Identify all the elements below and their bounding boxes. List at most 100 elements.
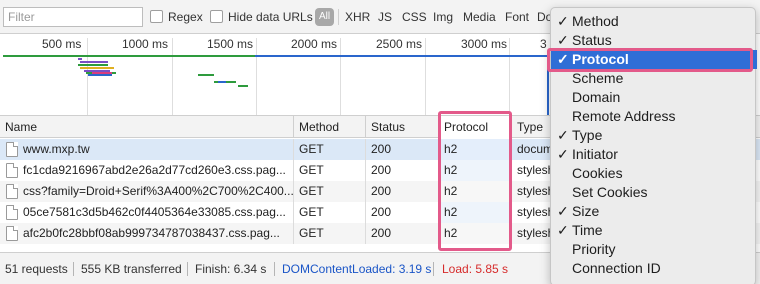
filter-type-xhr[interactable]: XHR [345, 10, 370, 24]
waterfall-bar [238, 85, 248, 87]
filter-type-font[interactable]: Font [505, 10, 529, 24]
dom-content-loaded-time: DOMContentLoaded: 3.19 s [282, 262, 432, 276]
request-protocol: h2 [439, 223, 512, 244]
waterfall-bar [80, 67, 114, 69]
menu-item-label: Protocol [572, 51, 629, 67]
checkmark-icon: ✓ [557, 146, 569, 162]
checkmark-icon: ✓ [557, 127, 569, 143]
menu-item-label: Status [572, 32, 612, 48]
column-header-protocol[interactable]: Protocol [439, 116, 512, 138]
dom-content-loaded-marker [547, 53, 549, 116]
hide-data-urls-checkbox[interactable] [210, 10, 223, 23]
request-name: fc1cda9216967abd2e26a2d77cd260e3.css.pag… [18, 160, 294, 181]
regex-label[interactable]: Regex [168, 10, 203, 24]
menu-item-label: Connection ID [572, 260, 661, 276]
request-protocol: h2 [439, 202, 512, 223]
menu-item-label: Initiator [572, 146, 618, 162]
column-header-method[interactable]: Method [294, 116, 366, 138]
request-protocol: h2 [439, 139, 512, 160]
request-method: GET [294, 202, 366, 223]
menu-item-protocol[interactable]: ✓ Protocol [551, 50, 757, 69]
menu-item-label: Method [572, 13, 619, 29]
menu-item-initiator[interactable]: ✓ Initiator [551, 145, 757, 164]
filter-type-css[interactable]: CSS [402, 10, 427, 24]
filter-type-all[interactable]: All [315, 8, 334, 26]
waterfall-bar [78, 58, 82, 60]
waterfall-bar [92, 72, 112, 74]
timeline-tick-label: 1000 ms [122, 37, 169, 51]
menu-item-remote-address[interactable]: Remote Address [551, 107, 757, 126]
menu-item-label: Type [572, 127, 603, 143]
menu-item-set-cookies[interactable]: Set Cookies [551, 183, 757, 202]
timeline-tick-label: 3 [540, 37, 547, 51]
waterfall-bar [88, 74, 112, 76]
menu-item-label: Set Cookies [572, 184, 648, 200]
menu-item-type[interactable]: ✓ Type [551, 126, 757, 145]
request-protocol: h2 [439, 181, 512, 202]
filter-type-img[interactable]: Img [433, 10, 453, 24]
request-protocol: h2 [439, 160, 512, 181]
filter-input[interactable] [3, 7, 143, 27]
request-status: 200 [366, 223, 439, 244]
waterfall-bar [255, 55, 547, 57]
stylesheet-file-icon [6, 226, 18, 241]
status-divider [274, 262, 275, 276]
load-time: Load: 5.85 s [442, 262, 509, 276]
request-status: 200 [366, 139, 439, 160]
menu-item-connection-id[interactable]: Connection ID [551, 259, 757, 278]
request-method: GET [294, 223, 366, 244]
menu-item-method[interactable]: ✓ Method [551, 12, 757, 31]
checkmark-icon: ✓ [557, 51, 569, 67]
status-divider [73, 262, 74, 276]
request-status: 200 [366, 181, 439, 202]
hide-data-urls-label[interactable]: Hide data URLs [228, 10, 313, 24]
menu-item-label: Remote Address [572, 108, 676, 124]
checkmark-icon: ✓ [557, 222, 569, 238]
timeline-tick-label: 3000 ms [461, 37, 508, 51]
regex-checkbox[interactable] [150, 10, 163, 23]
timeline-tick-label: 500 ms [42, 37, 82, 51]
stylesheet-file-icon [6, 163, 18, 178]
finish-time: Finish: 6.34 s [195, 262, 267, 276]
checkmark-icon: ✓ [557, 203, 569, 219]
menu-item-size[interactable]: ✓ Size [551, 202, 757, 221]
timeline-tick-label: 1500 ms [207, 37, 254, 51]
waterfall-bar [198, 74, 214, 76]
document-file-icon [6, 142, 18, 157]
request-name: www.mxp.tw [18, 139, 294, 160]
timeline-tick [425, 38, 426, 116]
request-name: 05ce7581c3d5b462c0f4405364e33085.css.pag… [18, 202, 294, 223]
menu-item-label: Priority [572, 241, 616, 257]
menu-item-scheme[interactable]: Scheme [551, 69, 757, 88]
menu-item-priority[interactable]: Priority [551, 240, 757, 259]
menu-item-cookies[interactable]: Cookies [551, 164, 757, 183]
checkmark-icon: ✓ [557, 13, 569, 29]
filter-type-js[interactable]: JS [378, 10, 392, 24]
timeline-tick [172, 38, 173, 116]
transferred-size: 555 KB transferred [81, 262, 182, 276]
request-name: css?family=Droid+Serif%3A400%2C700%2C400… [18, 181, 294, 202]
stylesheet-file-icon [6, 184, 18, 199]
menu-item-time[interactable]: ✓ Time [551, 221, 757, 240]
checkmark-icon: ✓ [557, 32, 569, 48]
toolbar-divider [338, 9, 339, 25]
waterfall-bar [80, 61, 108, 63]
column-header-name[interactable]: Name [0, 116, 294, 138]
menu-item-status[interactable]: ✓ Status [551, 31, 757, 50]
waterfall-bar [218, 81, 226, 83]
menu-item-label: Size [572, 203, 600, 219]
stylesheet-file-icon [6, 205, 18, 220]
request-status: 200 [366, 202, 439, 223]
request-method: GET [294, 160, 366, 181]
timeline-tick-label: 2000 ms [291, 37, 338, 51]
request-name: afc2b0fc28bbf08ab999734787038437.css.pag… [18, 223, 294, 244]
column-header-status[interactable]: Status [366, 116, 439, 138]
column-context-menu: ✓ Method ✓ Status ✓ Protocol Scheme Doma… [550, 7, 757, 284]
request-method: GET [294, 139, 366, 160]
filter-type-media[interactable]: Media [463, 10, 496, 24]
menu-item-domain[interactable]: Domain [551, 88, 757, 107]
menu-item-label: Scheme [572, 70, 624, 86]
request-status: 200 [366, 160, 439, 181]
request-count: 51 requests [5, 262, 68, 276]
timeline-tick [256, 38, 257, 116]
